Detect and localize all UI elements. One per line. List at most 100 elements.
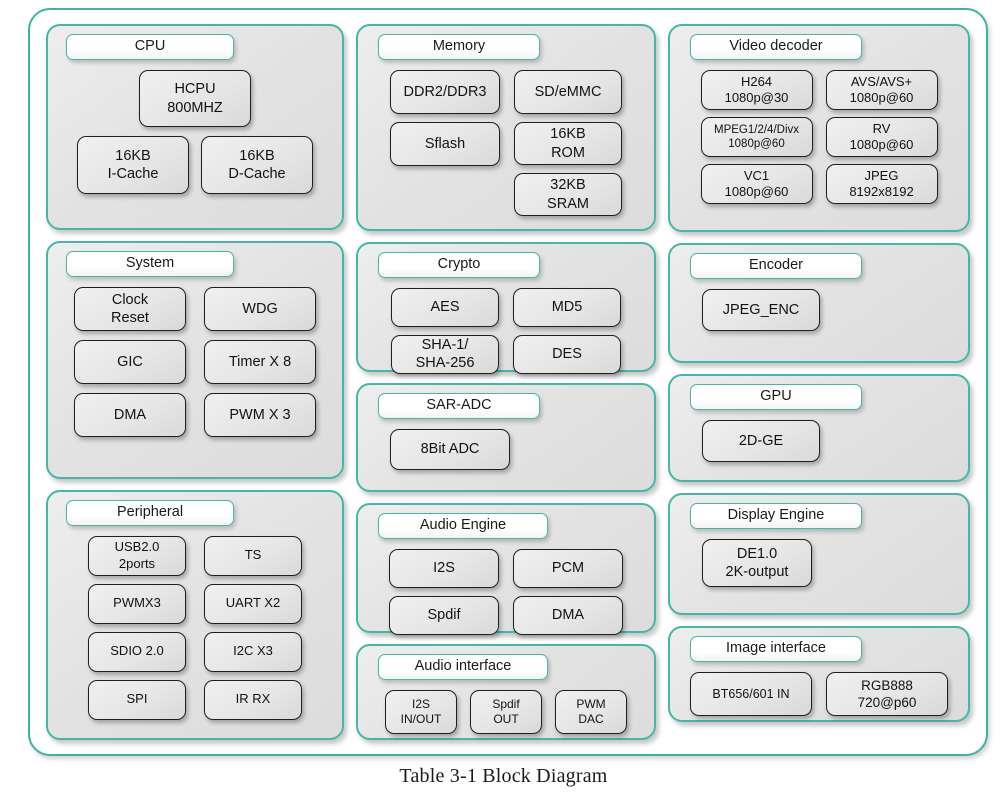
group-title-audio-engine: Audio Engine <box>378 513 548 540</box>
block-label-line2: 1080p@60 <box>724 184 789 200</box>
block-spi: SPI <box>88 679 186 720</box>
group-title-encoder: Encoder <box>690 253 862 280</box>
group-crypto: Crypto AES MD5 SHA-1/ SHA-256 DES <box>356 241 656 374</box>
group-display-engine: Display Engine DE1.0 2K-output <box>668 493 970 615</box>
block-label-line2: IN/OUT <box>400 712 442 727</box>
block-label-line2: ROM <box>551 144 585 161</box>
block-label-line2: I-Cache <box>107 166 159 183</box>
block-bt656-601-in: BT656/601 IN <box>690 672 812 717</box>
block-label-line1: DDR2/DDR3 <box>403 83 487 100</box>
block-label-line1: HCPU <box>174 81 216 98</box>
group-system: System Clock Reset WDG GIC Timer X 8 DMA… <box>46 240 344 479</box>
block-clock-reset: Clock Reset <box>74 287 186 332</box>
block-label-line2: SRAM <box>547 195 589 212</box>
block-usb2: USB2.0 2ports <box>88 535 186 576</box>
block-sflash: Sflash <box>390 122 500 167</box>
group-title-cpu: CPU <box>66 34 234 61</box>
block-label-line2: OUT <box>493 712 519 727</box>
block-i2s-in-out: I2S IN/OUT <box>385 690 457 735</box>
block-label-line1: GIC <box>117 353 143 370</box>
group-title-audio-interface: Audio interface <box>378 654 548 681</box>
block-label-line1: PWM <box>576 696 606 711</box>
block-label-line1: RGB888 <box>861 677 913 693</box>
audio-interface-block-row: I2S IN/OUT Spdif OUT PWM DAC <box>368 690 644 735</box>
block-label-line1: Clock <box>111 291 149 308</box>
peripheral-block-grid: USB2.0 2ports TS PWMX3 UART X2 SDIO 2.0 <box>58 535 332 720</box>
group-title-crypto: Crypto <box>378 251 540 278</box>
group-title-video-decoder: Video decoder <box>690 34 862 61</box>
figure-caption: Table 3-1 Block Diagram <box>399 765 608 787</box>
memory-block-columns: DDR2/DDR3 Sflash SD/eMMC 16KB ROM 32KB S… <box>368 70 644 217</box>
block-label-line1: JPEG <box>864 167 899 183</box>
block-i2c: I2C X3 <box>204 631 302 672</box>
block-label-line1: 16KB <box>239 147 275 164</box>
block-label-line1: IR RX <box>235 691 271 707</box>
block-des: DES <box>513 334 621 374</box>
block-label-line1: MPEG1/2/4/Divx <box>714 123 799 136</box>
block-label-line1: 2D-GE <box>738 432 784 449</box>
block-avs: AVS/AVS+ 1080p@60 <box>825 70 938 111</box>
block-sha: SHA-1/ SHA-256 <box>391 334 499 374</box>
block-timer: Timer X 8 <box>204 340 316 385</box>
block-label-line2: 2ports <box>118 555 156 571</box>
block-ts: TS <box>204 535 302 576</box>
block-label-line1: DMA <box>551 607 585 624</box>
block-label-line1: 16KB <box>115 147 151 164</box>
block-sdio: SDIO 2.0 <box>88 631 186 672</box>
block-spdif-out: Spdif OUT <box>470 690 542 735</box>
block-pwm-dac: PWM DAC <box>555 690 627 735</box>
block-label-line1: BT656/601 IN <box>712 687 790 702</box>
block-label-line1: JPEG_ENC <box>722 301 800 318</box>
soc-block-diagram-frame: CPU HCPU 800MHZ 16KB I-Cache 16KB D-Cach… <box>28 8 988 756</box>
group-cpu: CPU HCPU 800MHZ 16KB I-Cache 16KB D-Cach… <box>46 24 344 230</box>
group-title-system: System <box>66 250 234 278</box>
block-label-line1: DES <box>552 346 582 363</box>
block-label-line2: D-Cache <box>228 166 286 183</box>
block-label-line1: DE1.0 <box>736 545 778 562</box>
block-2d-ge: 2D-GE <box>702 420 820 463</box>
group-peripheral: Peripheral USB2.0 2ports TS PWMX3 UART X… <box>46 489 344 740</box>
block-sd-emmc: SD/eMMC <box>514 70 622 115</box>
block-vc1: VC1 1080p@60 <box>700 164 813 205</box>
block-dma-audio: DMA <box>513 596 623 636</box>
block-label-line1: Spdif <box>492 696 520 711</box>
column-middle: Memory DDR2/DDR3 Sflash SD/eMMC 16KB ROM… <box>356 24 656 740</box>
block-label-line2: Reset <box>111 310 149 327</box>
group-title-peripheral: Peripheral <box>66 499 234 526</box>
block-label-line1: DMA <box>113 406 147 423</box>
block-label-line1: WDG <box>242 300 278 317</box>
block-rv: RV 1080p@60 <box>825 117 938 158</box>
group-video-decoder: Video decoder H264 1080p@30 AVS/AVS+ 108… <box>668 24 970 232</box>
block-h264: H264 1080p@30 <box>700 70 813 111</box>
block-label-line1: PWM X 3 <box>229 406 291 423</box>
block-8bit-adc: 8Bit ADC <box>390 428 510 470</box>
diagram-columns: CPU HCPU 800MHZ 16KB I-Cache 16KB D-Cach… <box>46 24 972 740</box>
block-pwm-system: PWM X 3 <box>204 393 316 438</box>
block-jpeg-enc: JPEG_ENC <box>702 289 820 332</box>
block-gic: GIC <box>74 340 186 385</box>
block-md5: MD5 <box>513 287 621 327</box>
block-label-line1: I2C X3 <box>233 643 273 659</box>
block-label-line2: 720@p60 <box>857 695 917 711</box>
group-sar-adc: SAR-ADC 8Bit ADC <box>356 382 656 492</box>
group-title-image-interface: Image interface <box>690 636 862 663</box>
block-mpeg-divx: MPEG1/2/4/Divx 1080p@60 <box>700 117 813 158</box>
system-block-grid: Clock Reset WDG GIC Timer X 8 DMA PWM X … <box>58 287 332 438</box>
cpu-cache-row: 16KB I-Cache 16KB D-Cache <box>58 136 332 195</box>
block-label-line2: 8192x8192 <box>849 184 914 200</box>
block-label-line1: Sflash <box>424 135 466 152</box>
block-label-line1: USB2.0 <box>114 539 160 555</box>
column-left: CPU HCPU 800MHZ 16KB I-Cache 16KB D-Cach… <box>46 24 344 740</box>
group-encoder: Encoder JPEG_ENC <box>668 243 970 363</box>
group-memory: Memory DDR2/DDR3 Sflash SD/eMMC 16KB ROM… <box>356 24 656 231</box>
block-i2s: I2S <box>389 549 499 589</box>
block-label-line1: PWMX3 <box>113 595 161 611</box>
audio-engine-block-grid: I2S PCM Spdif DMA <box>368 549 644 636</box>
group-audio-engine: Audio Engine I2S PCM Spdif DMA <box>356 503 656 636</box>
block-hcpu: HCPU 800MHZ <box>139 70 251 128</box>
block-spdif: Spdif <box>389 596 499 636</box>
block-label-line2: 1080p@60 <box>728 138 785 151</box>
group-title-memory: Memory <box>378 34 540 61</box>
block-label-line1: 16KB <box>550 126 586 143</box>
block-label-line1: H264 <box>740 73 773 89</box>
